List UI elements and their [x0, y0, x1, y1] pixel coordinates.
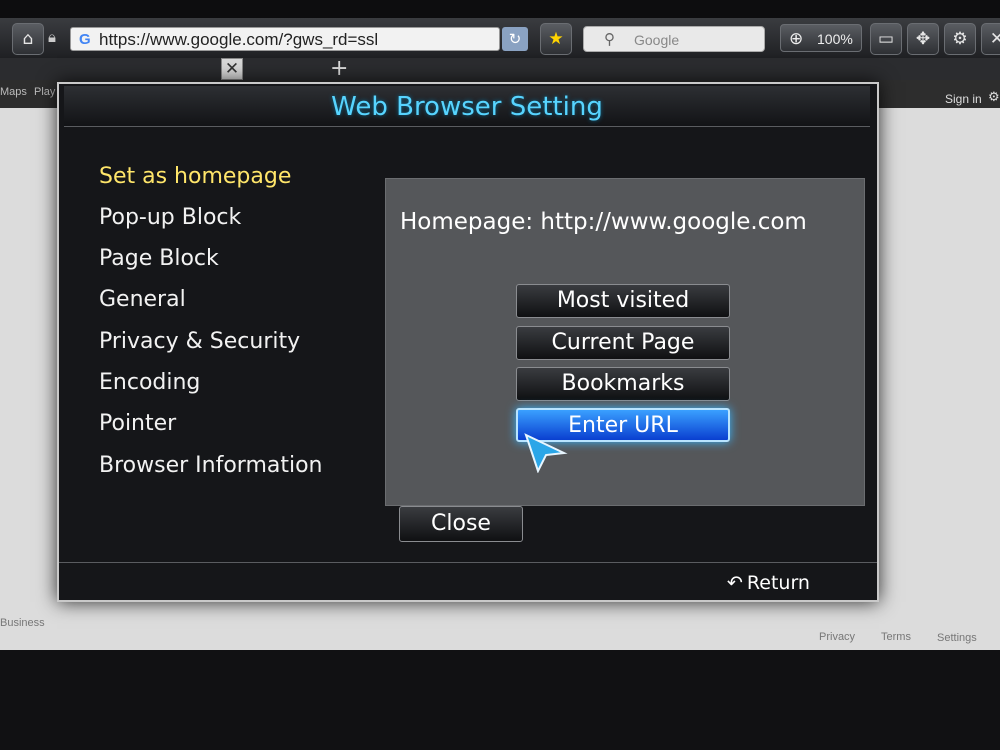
most-visited-button[interactable]: Most visited	[516, 284, 730, 318]
menu-item-popup-block[interactable]: Pop-up Block	[99, 205, 241, 230]
url-field[interactable]: G https://www.google.com/?gws_rd=ssl	[70, 27, 500, 51]
url-text: https://www.google.com/?gws_rd=ssl	[99, 30, 379, 49]
window-icon[interactable]: ▭	[870, 23, 902, 55]
cursor-pointer-icon	[524, 433, 568, 473]
menu-item-general[interactable]: General	[99, 287, 186, 312]
menu-item-privacy-security[interactable]: Privacy & Security	[99, 329, 300, 354]
zoom-button[interactable]: ⊕ 100%	[780, 24, 862, 52]
tv-bezel-bottom	[0, 650, 1000, 750]
close-button[interactable]: Close	[399, 506, 523, 542]
gear-small-icon[interactable]: ⚙	[988, 90, 1000, 105]
zoom-icon: ⊕	[789, 29, 804, 48]
settings-dialog: Web Browser Setting Set as homepage Pop-…	[57, 82, 879, 602]
home-icon[interactable]: ⌂	[12, 23, 44, 55]
refresh-icon[interactable]: ↻	[502, 27, 528, 51]
return-icon: ↶	[727, 572, 743, 594]
dialog-footer-divider	[59, 562, 877, 563]
zoom-level: 100%	[817, 31, 853, 47]
search-placeholder: Google	[634, 32, 680, 48]
move-icon[interactable]: ✥	[907, 23, 939, 55]
homepage-panel: Homepage: http://www.google.com Most vis…	[385, 178, 865, 506]
dialog-header: Web Browser Setting	[64, 86, 870, 127]
menu-item-page-block[interactable]: Page Block	[99, 246, 219, 271]
gear-icon[interactable]: ⚙	[944, 23, 976, 55]
menu-item-encoding[interactable]: Encoding	[99, 370, 200, 395]
search-icon: ⚲	[604, 31, 615, 48]
tab-strip: ✕ +	[0, 56, 1000, 81]
footer-privacy-link[interactable]: Privacy	[819, 631, 855, 643]
dialog-title: Web Browser Setting	[331, 92, 603, 122]
tab-close-icon[interactable]: ✕	[221, 58, 243, 80]
return-button[interactable]: ↶ Return	[727, 572, 810, 594]
return-label: Return	[746, 572, 810, 594]
menu-item-pointer[interactable]: Pointer	[99, 411, 176, 436]
top-link[interactable]: Play	[34, 86, 55, 98]
current-page-button[interactable]: Current Page	[516, 326, 730, 360]
bookmarks-button[interactable]: Bookmarks	[516, 367, 730, 401]
favorite-star-icon[interactable]: ★	[540, 23, 572, 55]
footer-settings-link[interactable]: Settings	[937, 632, 977, 644]
lock-icon: 🔒︎	[48, 28, 56, 46]
close-browser-icon[interactable]: ✕	[981, 23, 1000, 55]
menu-item-set-as-homepage[interactable]: Set as homepage	[99, 164, 291, 189]
top-link[interactable]: Maps	[0, 86, 27, 98]
footer-terms-link[interactable]: Terms	[881, 631, 911, 643]
search-input[interactable]: ⚲ Google	[583, 26, 765, 52]
homepage-label: Homepage: http://www.google.com	[400, 209, 807, 235]
footer-business-link[interactable]: Business	[0, 617, 45, 629]
sign-in-link[interactable]: Sign in	[945, 92, 982, 106]
google-favicon-icon: G	[79, 31, 91, 48]
menu-item-browser-information[interactable]: Browser Information	[99, 453, 323, 478]
new-tab-icon[interactable]: +	[330, 56, 348, 81]
browser-toolbar: ⌂ 🔒︎ G https://www.google.com/?gws_rd=ss…	[0, 18, 1000, 58]
